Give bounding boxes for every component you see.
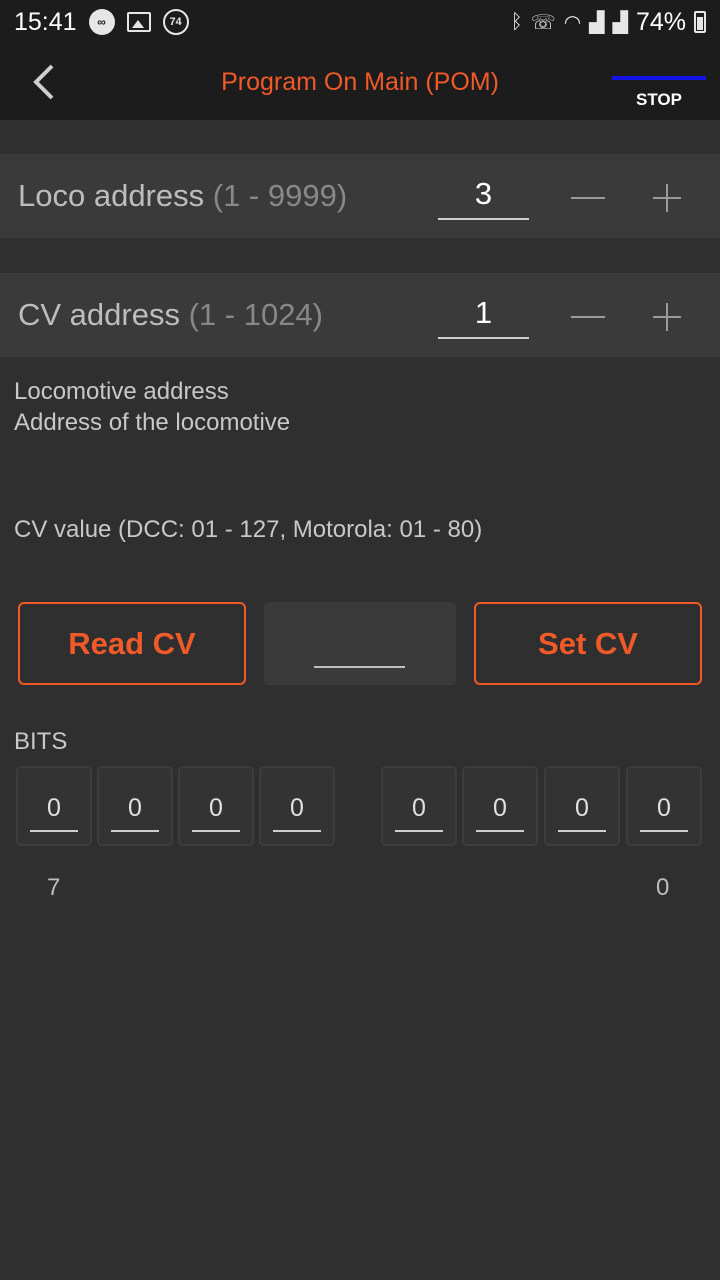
bit-6-field[interactable]: 0 bbox=[97, 766, 173, 846]
cv-address-input[interactable]: 1 bbox=[438, 293, 529, 339]
bit-5-field[interactable]: 0 bbox=[178, 766, 254, 846]
bit-4-field[interactable]: 0 bbox=[259, 766, 335, 846]
bit-value[interactable]: 0 bbox=[111, 788, 159, 832]
app-bar: Program On Main (POM) STOP bbox=[0, 44, 720, 120]
wifi-call-icon: ☏ bbox=[530, 11, 556, 34]
loco-address-decrement-button[interactable] bbox=[566, 176, 610, 220]
cv-address-increment-button[interactable] bbox=[645, 295, 689, 339]
bit-2-field[interactable]: 0 bbox=[462, 766, 538, 846]
bit-value[interactable]: 0 bbox=[476, 788, 524, 832]
bit-3-field[interactable]: 0 bbox=[381, 766, 457, 846]
badge-icon: 74 bbox=[162, 9, 189, 35]
stop-button[interactable]: STOP bbox=[612, 76, 706, 112]
bit-high-label: 7 bbox=[47, 874, 61, 901]
battery-percent: 74% bbox=[635, 7, 686, 36]
bit-low-label: 0 bbox=[656, 874, 670, 901]
bit-value[interactable]: 0 bbox=[273, 788, 321, 832]
plus-icon bbox=[653, 184, 681, 212]
bit-value[interactable]: 0 bbox=[192, 788, 240, 832]
status-left: 15:41 ∞ 74 bbox=[14, 8, 189, 37]
plus-icon bbox=[653, 303, 681, 331]
minus-icon bbox=[571, 197, 605, 199]
cv-address-range: (1 - 1024) bbox=[188, 297, 323, 332]
loco-address-label: Loco address (1 - 9999) bbox=[18, 178, 347, 214]
loco-address-range: (1 - 9999) bbox=[212, 178, 348, 213]
stop-indicator bbox=[612, 76, 706, 80]
cv-value-input[interactable] bbox=[314, 624, 405, 668]
loco-address-increment-button[interactable] bbox=[645, 176, 689, 220]
bit-value[interactable]: 0 bbox=[395, 788, 443, 832]
status-time: 15:41 bbox=[14, 7, 77, 36]
read-cv-button[interactable]: Read CV bbox=[18, 602, 246, 685]
cv-description-title: Locomotive address bbox=[14, 378, 229, 405]
bit-value[interactable]: 0 bbox=[640, 788, 688, 832]
cv-value-box bbox=[264, 602, 456, 685]
cv-address-text: CV address bbox=[18, 297, 180, 332]
bit-7-field[interactable]: 0 bbox=[16, 766, 92, 846]
image-icon bbox=[126, 12, 151, 32]
cv-address-row: CV address (1 - 1024) 1 bbox=[0, 273, 720, 357]
loco-address-text: Loco address bbox=[18, 178, 205, 213]
link-icon: ∞ bbox=[88, 9, 115, 35]
cv-address-label: CV address (1 - 1024) bbox=[18, 297, 323, 333]
cv-address-decrement-button[interactable] bbox=[566, 295, 610, 339]
bit-1-field[interactable]: 0 bbox=[544, 766, 620, 846]
loco-address-row: Loco address (1 - 9999) 3 bbox=[0, 154, 720, 238]
bluetooth-icon: ᛒ bbox=[510, 10, 523, 33]
battery-icon bbox=[694, 11, 706, 33]
minus-icon bbox=[571, 316, 605, 318]
set-cv-button[interactable]: Set CV bbox=[474, 602, 702, 685]
cv-value-label: CV value (DCC: 01 - 127, Motorola: 01 - … bbox=[14, 516, 483, 543]
stop-label: STOP bbox=[636, 90, 682, 109]
cv-description-detail: Address of the locomotive bbox=[14, 409, 291, 436]
bits-title: BITS bbox=[14, 728, 68, 755]
bit-value[interactable]: 0 bbox=[30, 788, 78, 832]
status-bar: 15:41 ∞ 74 ᛒ ☏ ◠ ▟ ▟ 74% bbox=[0, 0, 720, 44]
signal-icon: ▟ bbox=[589, 11, 605, 34]
wifi-icon: ◠ bbox=[563, 11, 582, 34]
signal-icon: ▟ bbox=[612, 11, 628, 34]
loco-address-input[interactable]: 3 bbox=[438, 174, 529, 220]
status-right: ᛒ ☏ ◠ ▟ ▟ 74% bbox=[511, 8, 706, 37]
bit-value[interactable]: 0 bbox=[558, 788, 606, 832]
bit-0-field[interactable]: 0 bbox=[626, 766, 702, 846]
